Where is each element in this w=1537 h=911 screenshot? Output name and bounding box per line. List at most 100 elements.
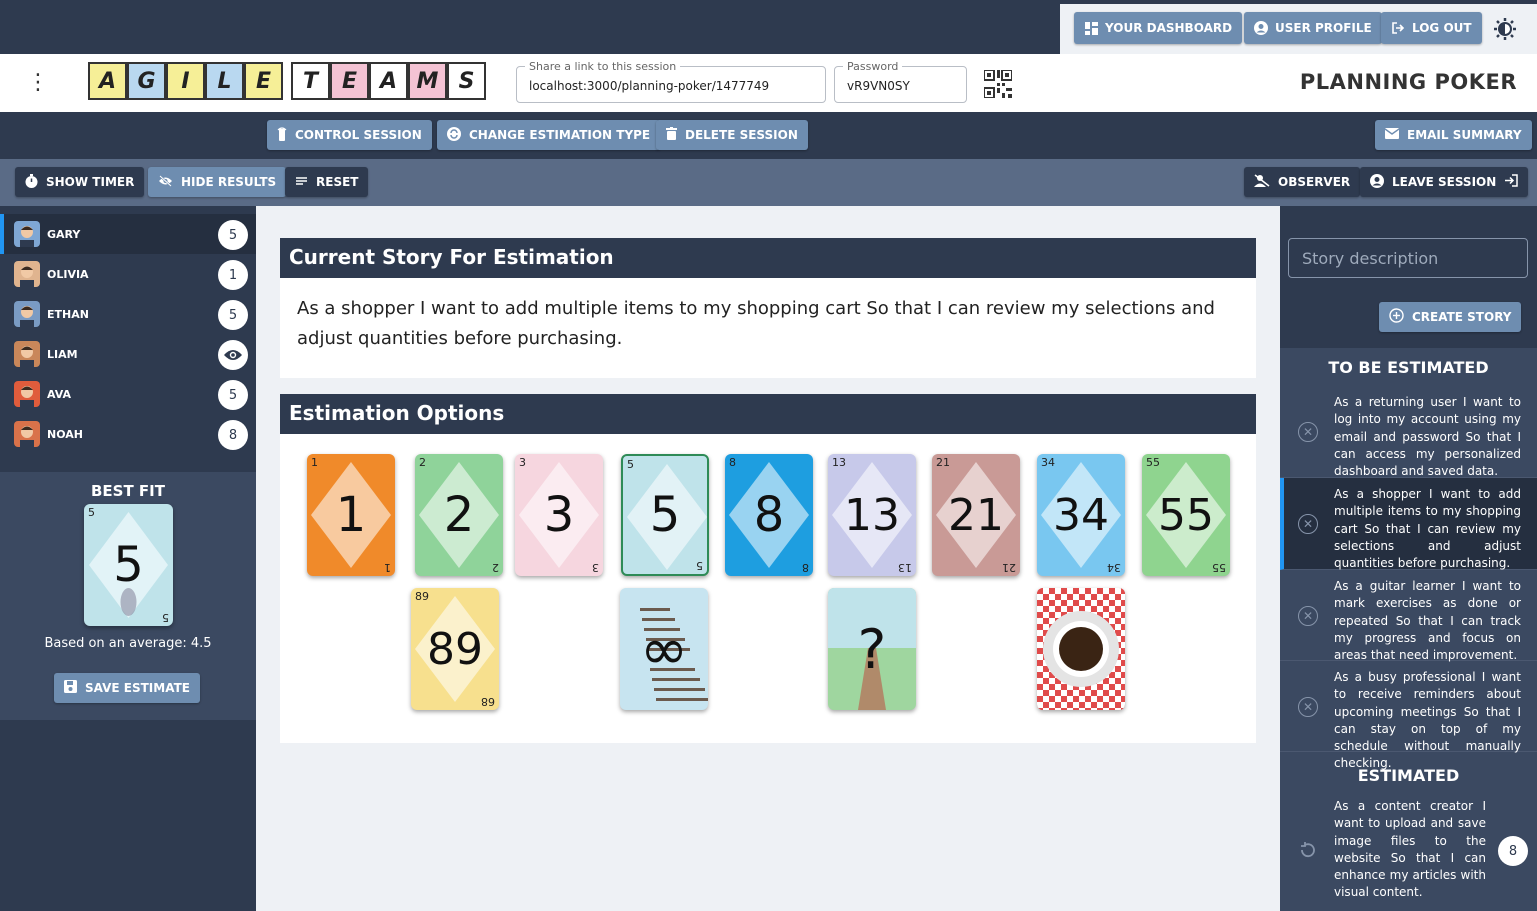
story-item[interactable]: ✕ As a guitar learner I want to mark exer… <box>1280 570 1537 663</box>
save-estimate-button[interactable]: SAVE ESTIMATE <box>54 673 200 703</box>
estimation-card[interactable]: 34 34 34 <box>1037 454 1125 576</box>
story-queue: TO BE ESTIMATED ✕ As a returning user I w… <box>1280 348 1537 911</box>
story-item[interactable]: ✕ As a shopper I want to add multiple ite… <box>1280 478 1537 570</box>
card-value: 5 <box>649 487 681 543</box>
theme-toggle-icon[interactable] <box>1493 17 1517 41</box>
card-corner-bottom: 13 <box>898 561 912 574</box>
card-value: 2 <box>443 487 475 543</box>
eye-off-icon <box>158 174 173 190</box>
observer-button[interactable]: OBSERVER <box>1244 167 1361 197</box>
control-session-label: CONTROL SESSION <box>295 128 422 142</box>
remove-story-icon[interactable]: ✕ <box>1298 696 1318 717</box>
stopwatch-icon <box>25 173 38 191</box>
hide-results-button[interactable]: HIDE RESULTS <box>148 167 287 197</box>
estimation-card[interactable]: 5 5 5 <box>621 454 709 576</box>
card-corner: 13 <box>832 456 846 469</box>
logout-button[interactable]: LOG OUT <box>1381 12 1482 44</box>
estimation-card[interactable]: 1 1 1 <box>307 454 395 576</box>
create-story-button[interactable]: CREATE STORY <box>1379 302 1522 332</box>
card-value: 89 <box>427 623 483 675</box>
story-item[interactable]: ✕ As a busy professional I want to receiv… <box>1280 661 1537 770</box>
card-corner: 5 <box>627 458 634 471</box>
card-corner-bottom: 1 <box>384 561 391 574</box>
players-panel: GARY 5 OLIVIA 1 ETHAN 5 LIAM AVA 5 NOAH 8 BEST FIT… <box>0 206 256 911</box>
player-row[interactable]: OLIVIA 1 <box>0 254 256 294</box>
round-toolbar: SHOW TIMER HIDE RESULTS RESET OBSERVER L… <box>0 159 1537 206</box>
user-profile-button[interactable]: USER PROFILE <box>1244 12 1382 44</box>
dashboard-button[interactable]: YOUR DASHBOARD <box>1074 12 1243 44</box>
estimation-card[interactable]: 2 2 2 <box>415 454 503 576</box>
estimated-story-item[interactable]: As a content creator I want to upload an… <box>1280 792 1537 911</box>
change-estimation-type-button[interactable]: CHANGE ESTIMATION TYPE <box>437 120 661 150</box>
player-row[interactable]: NOAH 8 <box>0 414 256 454</box>
card-corner: 8 <box>729 456 736 469</box>
estimation-card[interactable]: 55 55 55 <box>1142 454 1230 576</box>
card-value: 13 <box>844 489 900 541</box>
card-value: ? <box>857 617 887 681</box>
share-link-value: localhost:3000/planning-poker/1477749 <box>529 79 770 93</box>
card-corner-bottom: 55 <box>1212 561 1226 574</box>
card-corner: 3 <box>519 456 526 469</box>
player-name: ETHAN <box>47 307 89 321</box>
password-field[interactable]: Password vR9VN0SY <box>834 60 967 103</box>
save-icon <box>64 680 77 696</box>
logo-tile: L <box>205 62 244 100</box>
remove-story-icon[interactable]: ✕ <box>1298 514 1318 534</box>
save-estimate-label: SAVE ESTIMATE <box>85 681 190 695</box>
logo-tile: M <box>408 62 447 100</box>
observer-label: OBSERVER <box>1278 175 1351 189</box>
show-timer-button[interactable]: SHOW TIMER <box>15 167 145 197</box>
leave-session-button[interactable]: LEAVE SESSION <box>1360 167 1529 197</box>
remove-story-icon[interactable]: ✕ <box>1298 605 1318 626</box>
logout-label: LOG OUT <box>1412 21 1472 35</box>
player-row[interactable]: ETHAN 5 <box>0 294 256 334</box>
card-value: 21 <box>948 489 1004 541</box>
player-row[interactable]: AVA 5 <box>0 374 256 414</box>
card-corner: 34 <box>1041 456 1055 469</box>
estimated-story-text: As a content creator I want to upload an… <box>1334 799 1486 900</box>
best-fit-corner: 5 <box>88 506 95 519</box>
card-value: 55 <box>1158 489 1214 541</box>
swap-icon <box>447 126 461 144</box>
estimation-options-body: 1 1 1 2 2 2 3 3 3 5 5 5 8 8 8 13 13 13 21 21 21 34 34 34 55 55 55 8… <box>280 434 1256 743</box>
card-corner: 1 <box>311 456 318 469</box>
remove-story-icon[interactable]: ✕ <box>1298 422 1318 442</box>
estimation-card[interactable]: 21 21 21 <box>932 454 1020 576</box>
estimate-badge: 8 <box>1498 836 1528 866</box>
story-description-input[interactable]: Story description <box>1288 238 1528 278</box>
user-profile-label: USER PROFILE <box>1275 21 1372 35</box>
player-vote: 8 <box>218 420 248 450</box>
card-corner-bottom: 68 <box>481 695 495 708</box>
session-toolbar: CONTROL SESSION CHANGE ESTIMATION TYPE D… <box>0 112 1537 159</box>
player-row[interactable]: GARY 5 <box>0 214 256 254</box>
estimation-card[interactable]: 13 13 13 <box>828 454 916 576</box>
share-link-label: Share a link to this session <box>525 60 681 73</box>
revote-icon[interactable] <box>1298 840 1318 860</box>
player-row[interactable]: LIAM <box>0 334 256 374</box>
menu-kebab-icon[interactable]: ⋮ <box>27 72 49 94</box>
story-item-text: As a guitar learner I want to mark exerc… <box>1334 579 1521 663</box>
estimation-card[interactable] <box>1037 588 1125 710</box>
story-item-text: As a shopper I want to add multiple item… <box>1334 487 1521 571</box>
player-avatar <box>14 421 40 447</box>
email-summary-button[interactable]: EMAIL SUMMARY <box>1375 120 1532 150</box>
estimation-card[interactable]: ? <box>828 588 916 710</box>
to-be-estimated-title: TO BE ESTIMATED <box>1328 358 1489 377</box>
player-vote: 5 <box>218 220 248 250</box>
story-item-text: As a busy professional I want to receive… <box>1334 670 1521 771</box>
estimation-card[interactable]: ∞ <box>620 588 708 710</box>
qr-code-icon[interactable] <box>983 69 1013 99</box>
share-link-field[interactable]: Share a link to this session localhost:3… <box>516 60 826 103</box>
logo-tile: E <box>244 62 283 100</box>
plus-circle-icon <box>1389 308 1404 326</box>
control-session-button[interactable]: CONTROL SESSION <box>267 120 432 150</box>
reset-button[interactable]: RESET <box>285 167 369 197</box>
player-name: OLIVIA <box>47 267 89 281</box>
estimation-card[interactable]: 8 8 8 <box>725 454 813 576</box>
player-vote: 5 <box>218 300 248 330</box>
estimation-card[interactable]: 3 3 3 <box>515 454 603 576</box>
delete-session-button[interactable]: DELETE SESSION <box>656 120 808 150</box>
story-item[interactable]: ✕ As a returning user I want to log into … <box>1280 386 1537 478</box>
create-story-label: CREATE STORY <box>1412 310 1512 324</box>
estimation-card[interactable]: 89 89 68 <box>411 588 499 710</box>
